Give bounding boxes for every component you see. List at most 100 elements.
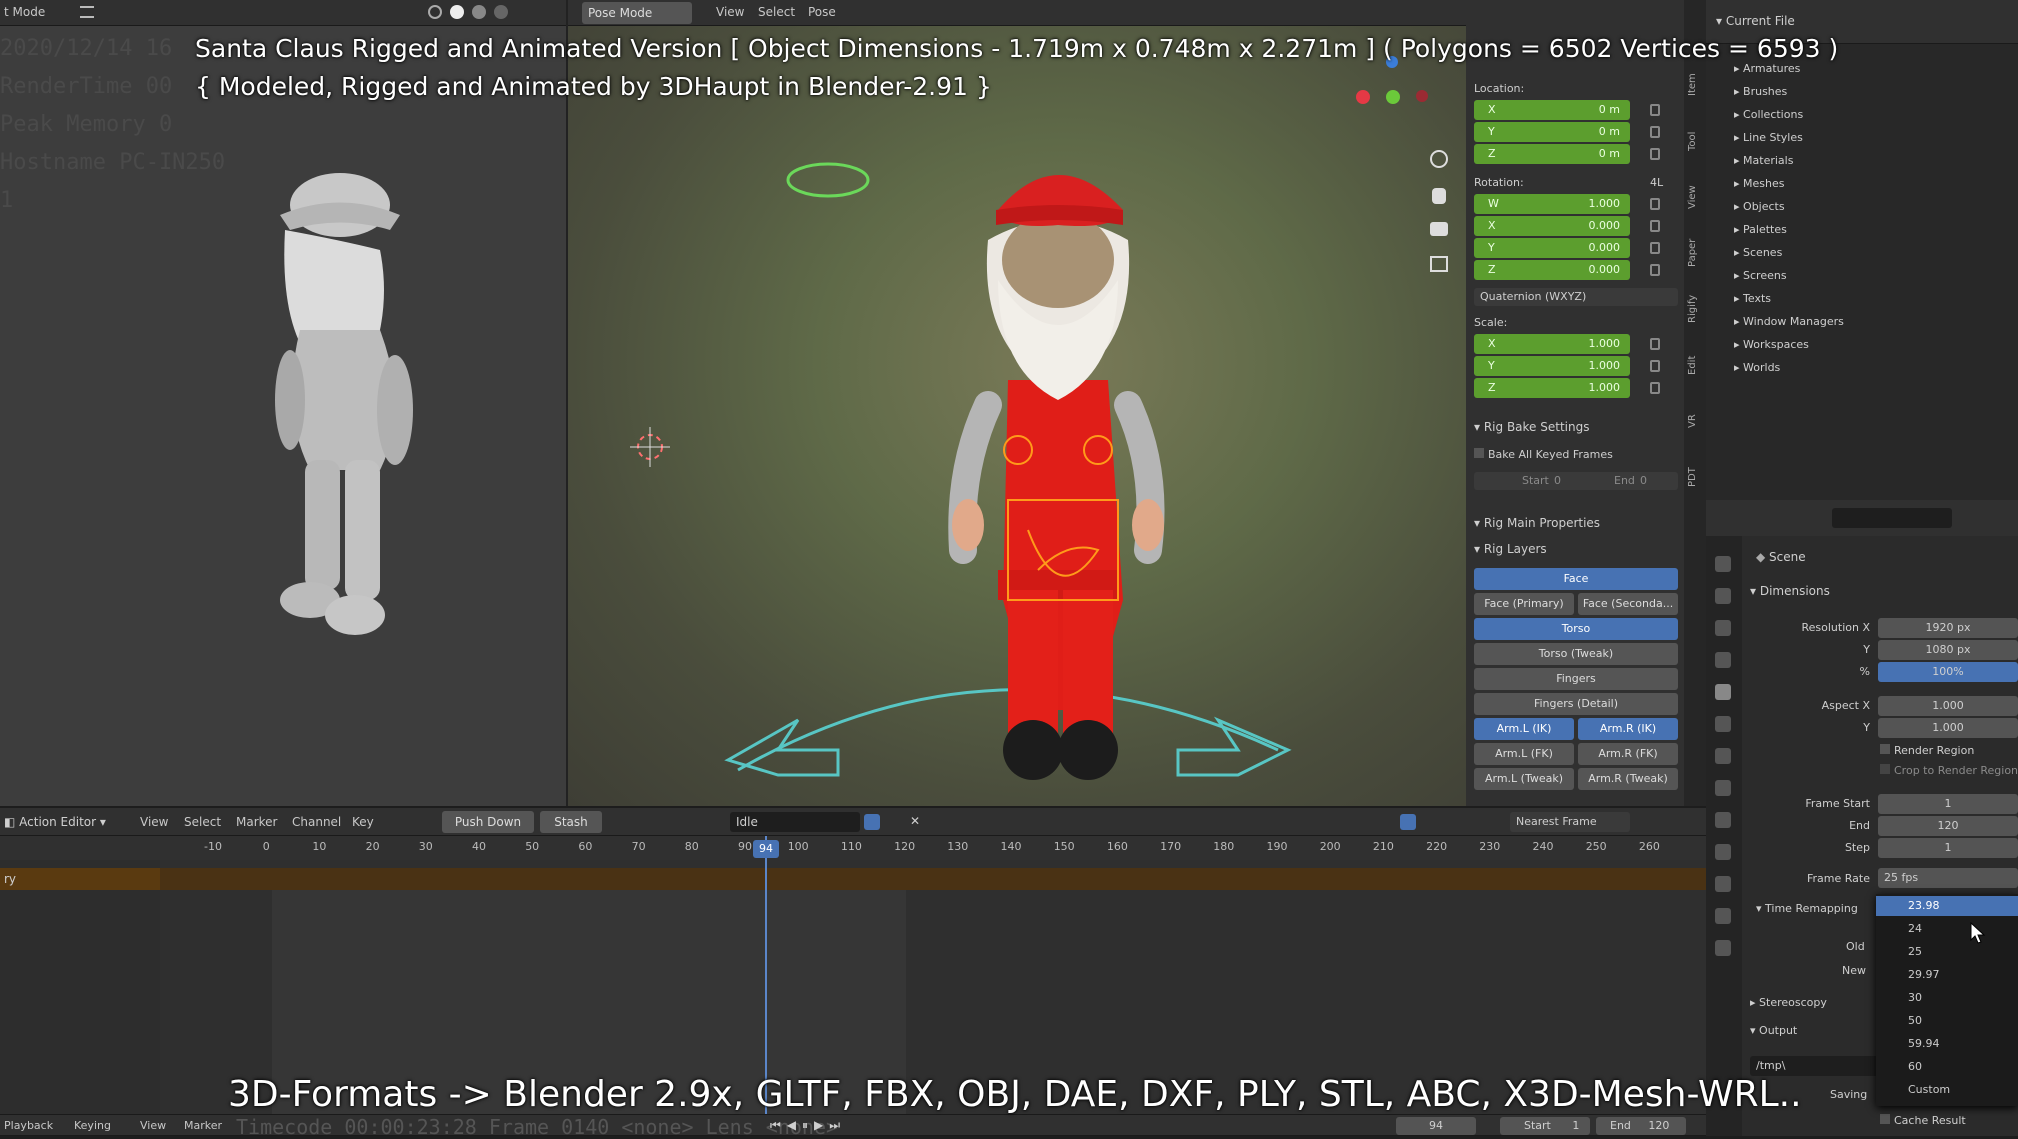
sidebar-tab[interactable]: VR	[1687, 396, 1703, 446]
playhead[interactable]	[765, 836, 767, 1114]
output-tab-icon[interactable]	[1715, 620, 1731, 636]
menu-view[interactable]: View	[716, 5, 744, 19]
outliner-item[interactable]: ▸ Workspaces	[1734, 338, 1809, 351]
rig-layer-button[interactable]: Arm.R (FK)	[1578, 743, 1678, 765]
mode-select[interactable]: t Mode	[4, 5, 45, 19]
particles-tab-icon[interactable]	[1715, 812, 1731, 828]
rig-layer-button[interactable]: Face	[1474, 568, 1678, 590]
rig-layers-header[interactable]: ▾ Rig Layers	[1474, 542, 1547, 556]
main-viewport[interactable]: Pose Mode View Select Pose	[566, 0, 1468, 806]
santa-solid-model[interactable]	[240, 160, 440, 660]
fps-option[interactable]: 25	[1876, 942, 2018, 962]
action-name-field[interactable]: Idle	[730, 812, 860, 832]
frame-field[interactable]: 1	[1878, 838, 2018, 858]
tool-tab-icon[interactable]	[1715, 556, 1731, 572]
fps-option[interactable]: 59.94	[1876, 1034, 2018, 1054]
dimensions-header[interactable]: ▾ Dimensions	[1750, 584, 1830, 598]
push-down-button[interactable]: Push Down	[442, 811, 534, 833]
frame-rate-select[interactable]: 25 fps	[1878, 868, 2018, 888]
physics-tab-icon[interactable]	[1715, 844, 1731, 860]
fake-user-icon[interactable]	[864, 814, 880, 830]
pose-mode-select[interactable]: Pose Mode	[582, 2, 692, 24]
outliner-item[interactable]: ▸ Window Managers	[1734, 315, 1844, 328]
location-field[interactable]: Z 0 m	[1474, 144, 1630, 164]
time-remapping-header[interactable]: ▾ Time Remapping	[1756, 902, 1858, 915]
lock-icon[interactable]	[1650, 104, 1660, 116]
axis-x-dot[interactable]	[1356, 90, 1370, 104]
rotation-field[interactable]: Y 0.000	[1474, 238, 1630, 258]
outliner-item[interactable]: ▸ Collections	[1734, 108, 1803, 121]
fps-option[interactable]: 29.97	[1876, 965, 2018, 985]
bake-all-checkbox[interactable]: Bake All Keyed Frames	[1474, 448, 1613, 461]
sidebar-tab[interactable]: PDT	[1687, 452, 1703, 502]
lock-icon[interactable]	[1650, 242, 1660, 254]
solid-viewport[interactable]: t Mode 2020/12/14 16 RenderTime 00 Peak …	[0, 0, 566, 806]
lock-icon[interactable]	[1650, 338, 1660, 350]
menu-view[interactable]: View	[140, 815, 168, 829]
dimension-field[interactable]: 1.000	[1878, 696, 2018, 716]
modifiers-tab-icon[interactable]	[1715, 780, 1731, 796]
editor-mode-select[interactable]: ◧ Action Editor ▾	[4, 815, 106, 829]
outliner-item[interactable]: ▸ Objects	[1734, 200, 1785, 213]
outliner-item[interactable]: ▸ Palettes	[1734, 223, 1787, 236]
outliner-display-mode[interactable]: ▾ Current File	[1716, 14, 1795, 28]
rotation-field[interactable]: Z 0.000	[1474, 260, 1630, 280]
rig-layer-button[interactable]: Face (Seconda...	[1578, 593, 1678, 615]
sidebar-tab[interactable]: Item	[1687, 60, 1703, 110]
properties-search-input[interactable]	[1832, 508, 1952, 528]
scale-field[interactable]: X 1.000	[1474, 334, 1630, 354]
sidebar-tab[interactable]: Rigify	[1687, 284, 1703, 334]
outliner-item[interactable]: ▸ Brushes	[1734, 85, 1787, 98]
data-tab-icon[interactable]	[1715, 908, 1731, 924]
wireframe-shading-icon[interactable]	[428, 5, 442, 19]
fps-option[interactable]: 24	[1876, 919, 2018, 939]
rig-layer-button[interactable]: Fingers (Detail)	[1474, 693, 1678, 715]
sidebar-tab[interactable]: Paper	[1687, 228, 1703, 278]
dimension-field[interactable]: 1080 px	[1878, 640, 2018, 660]
rig-layer-button[interactable]: Arm.R (IK)	[1578, 718, 1678, 740]
dimension-field[interactable]: 1920 px	[1878, 618, 2018, 638]
object-tab-icon[interactable]	[1715, 748, 1731, 764]
view-layer-tab-icon[interactable]	[1715, 652, 1731, 668]
outliner-item[interactable]: ▸ Armatures	[1734, 62, 1800, 75]
stash-button[interactable]: Stash	[540, 811, 602, 833]
lock-icon[interactable]	[1650, 360, 1660, 372]
shading-buttons[interactable]	[428, 5, 548, 21]
render-region-checkbox[interactable]: Render Region	[1880, 744, 1974, 757]
lock-icon[interactable]	[1650, 264, 1660, 276]
lock-icon[interactable]	[1650, 198, 1660, 210]
santa-rigged-model[interactable]	[718, 150, 1298, 800]
output-header[interactable]: ▾ Output	[1750, 1024, 1797, 1037]
menu-view[interactable]: View	[140, 1119, 166, 1132]
pan-hand-icon[interactable]	[1432, 188, 1446, 204]
menu-keying[interactable]: Keying	[74, 1119, 111, 1132]
hamburger-icon[interactable]	[80, 6, 94, 18]
scale-field[interactable]: Y 1.000	[1474, 356, 1630, 376]
filter-icon[interactable]	[1400, 814, 1416, 830]
constraints-tab-icon[interactable]	[1715, 876, 1731, 892]
rig-bake-header[interactable]: ▾ Rig Bake Settings	[1474, 420, 1589, 434]
end-frame-field[interactable]: End 120	[1596, 1117, 1686, 1135]
output-path-input[interactable]: /tmp\	[1750, 1056, 1890, 1076]
nav-gizmo[interactable]	[1348, 50, 1438, 140]
fps-option[interactable]: Custom	[1876, 1080, 2018, 1100]
3d-cursor-icon[interactable]	[628, 425, 672, 469]
close-icon[interactable]: ✕	[910, 814, 920, 828]
ortho-grid-icon[interactable]	[1430, 256, 1448, 272]
sidebar-tab[interactable]: Edit	[1687, 340, 1703, 390]
outliner-item[interactable]: ▸ Line Styles	[1734, 131, 1803, 144]
rig-layer-button[interactable]: Torso	[1474, 618, 1678, 640]
fps-option[interactable]: 30	[1876, 988, 2018, 1008]
rotation-field[interactable]: W 1.000	[1474, 194, 1630, 214]
rig-main-props-header[interactable]: ▾ Rig Main Properties	[1474, 516, 1600, 530]
solid-shading-icon[interactable]	[450, 5, 464, 19]
axis-y-dot[interactable]	[1386, 90, 1400, 104]
timeline-ruler[interactable]: -10 0 10 20 30 40 50 60 70 80 90 100 110 120 130 140 150…	[0, 836, 1706, 860]
playback-controls[interactable]: ⏮◀⏸▶⏭	[770, 1118, 846, 1133]
lock-icon[interactable]	[1650, 220, 1660, 232]
menu-select[interactable]: Select	[758, 5, 795, 19]
menu-select[interactable]: Select	[184, 815, 221, 829]
fps-option[interactable]: 23.98	[1876, 896, 2018, 916]
rig-layer-button[interactable]: Fingers	[1474, 668, 1678, 690]
outliner-item[interactable]: ▸ Screens	[1734, 269, 1787, 282]
